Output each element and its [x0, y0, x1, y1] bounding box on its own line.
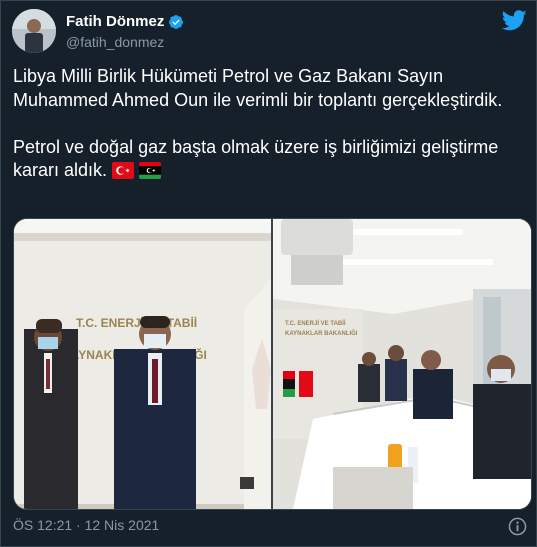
twitter-bird-icon[interactable]: [501, 10, 527, 31]
tweet-timestamp[interactable]: ÖS 12:21 · 12 Nis 2021: [13, 517, 159, 533]
photo-left[interactable]: T.C. ENERJİ VE TABİİ KAYNAKLAR BAKANLIĞI: [14, 219, 271, 509]
tweet-text: Libya Milli Birlik Hükümeti Petrol ve Ga…: [13, 65, 528, 183]
media-grid[interactable]: T.C. ENERJİ VE TABİİ KAYNAKLAR BAKANLIĞI: [13, 218, 532, 510]
photo-right[interactable]: T.C. ENERJİ VE TABİİ KAYNAKLAR BAKANLIĞI: [273, 219, 531, 509]
libya-flag-icon: [139, 162, 162, 179]
turkey-flag-icon: [112, 162, 135, 179]
sign-line-1-right: T.C. ENERJİ VE TABİİ: [285, 320, 346, 327]
display-name[interactable]: Fatih Dönmez: [66, 13, 164, 30]
verified-badge-icon: [168, 14, 184, 30]
info-icon[interactable]: [508, 517, 527, 536]
tweet-text-paragraph-2: Petrol ve doğal gaz başta olmak üzere iş…: [13, 136, 504, 181]
tweet-text-paragraph-1: Libya Milli Birlik Hükümeti Petrol ve Ga…: [13, 66, 503, 110]
author-name-row[interactable]: Fatih Dönmez: [66, 13, 184, 30]
sign-line-1: T.C. ENERJİ VE TABİİ: [76, 315, 197, 330]
handle[interactable]: @fatih_donmez: [66, 34, 164, 50]
tweet-card[interactable]: Fatih Dönmez @fatih_donmez Libya Milli B…: [0, 0, 537, 547]
avatar[interactable]: [12, 9, 56, 53]
sign-line-2-right: KAYNAKLAR BAKANLIĞI: [285, 329, 358, 337]
